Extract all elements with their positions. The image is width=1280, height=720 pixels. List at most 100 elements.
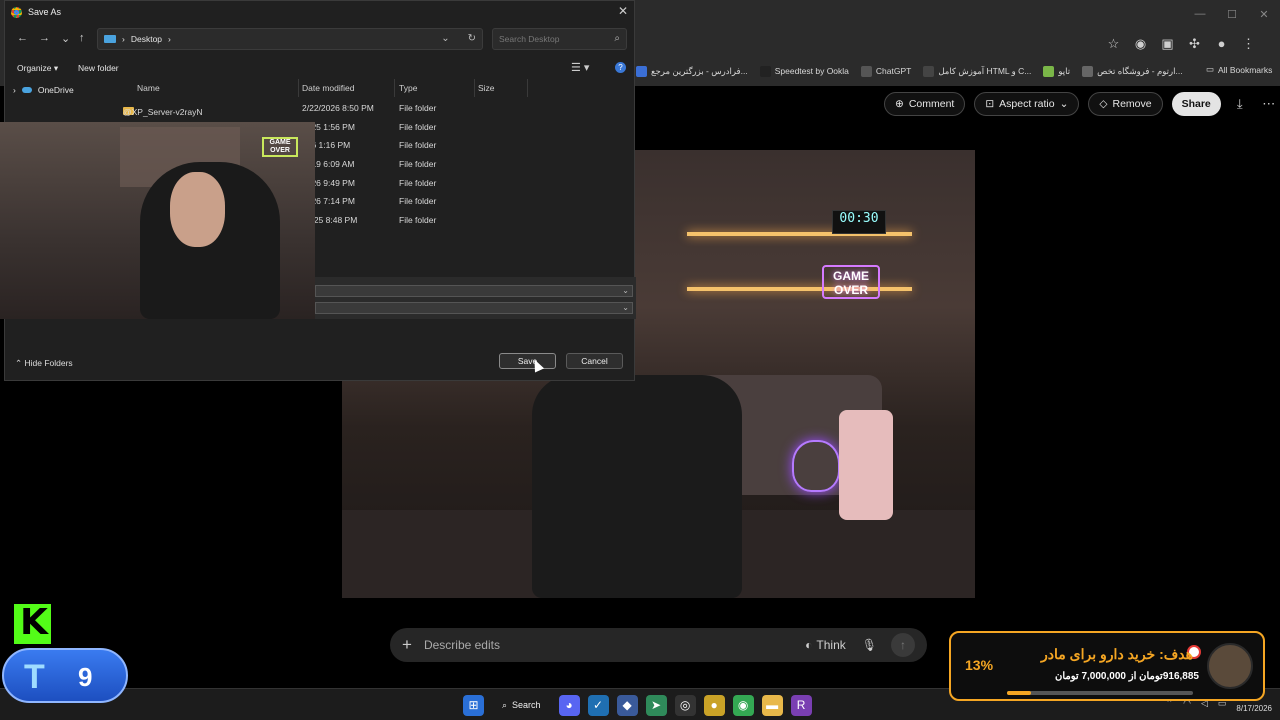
column-header-name[interactable]: Name (137, 83, 160, 93)
dialog-title: Save As (28, 7, 62, 17)
column-divider[interactable] (527, 79, 528, 97)
cat-avatar (1207, 643, 1253, 689)
browser-menu-icon[interactable]: ⋮ (1239, 34, 1258, 53)
image-clock: 00:30 (832, 210, 886, 234)
file-name-field[interactable]: ⌄ (315, 285, 633, 297)
comment-button[interactable]: ⊕ Comment (884, 92, 966, 116)
bookmark-item[interactable]: تاپو (1043, 65, 1070, 77)
chevron-right-icon: › (122, 34, 125, 44)
app-gold-icon[interactable]: ● (703, 694, 725, 716)
github-icon[interactable]: ◎ (674, 694, 696, 716)
refresh-icon[interactable]: ↻ (468, 33, 476, 44)
more-options-icon[interactable]: ⋯ (1259, 96, 1279, 112)
goal-progress-fill (1007, 691, 1032, 695)
image-edit-toolbar: ⊕ Comment ⊡ Aspect ratio ⌄ ◇ Remove Shar… (884, 92, 1279, 116)
favicon-icon (860, 65, 872, 77)
app-icon[interactable]: ◆ (616, 694, 638, 716)
remove-button[interactable]: ◇ Remove (1088, 92, 1163, 116)
bookmark-star-icon[interactable]: ☆ (1104, 34, 1123, 53)
file-explorer-icon[interactable]: ▬ (761, 694, 783, 716)
address-actions: ⌄ ↻ (441, 33, 476, 44)
sub-count: 9 (78, 662, 93, 692)
save-as-type-field[interactable]: ⌄ (315, 302, 633, 314)
rider-icon[interactable]: R (790, 694, 812, 716)
plus-icon[interactable]: + (402, 635, 412, 655)
chrome-icon[interactable]: ◉ (732, 694, 754, 716)
describe-edits-input[interactable]: Describe edits (424, 638, 805, 652)
bookmark-item[interactable]: فرادرس - بزرگترین مرجع... (636, 65, 748, 77)
up-arrow-icon[interactable]: ↑ (79, 32, 85, 44)
kick-logo: K (14, 602, 51, 644)
view-options-icon[interactable]: ☰ ▾ (571, 61, 589, 74)
browser-action-icons: ☆ ◉ ▣ ✣ ● ⋮ (1104, 34, 1258, 53)
image-neon-sign: GAME OVER (822, 265, 880, 299)
close-icon[interactable]: ✕ (618, 4, 628, 18)
minimize-icon[interactable]: — (1184, 0, 1216, 28)
download-icon[interactable]: ⤓ (1230, 96, 1250, 112)
image-chair (532, 375, 742, 598)
cancel-button[interactable]: Cancel (566, 353, 623, 369)
aspect-ratio-button[interactable]: ⊡ Aspect ratio ⌄ (974, 92, 1080, 116)
chevron-down-icon[interactable]: ⌄ (61, 32, 70, 45)
vpn-icon[interactable]: ✓ (587, 694, 609, 716)
column-divider[interactable] (394, 79, 395, 97)
extension-icon[interactable]: ◉ (1131, 34, 1150, 53)
all-bookmarks[interactable]: ▭ All Bookmarks (1206, 64, 1272, 75)
bookmark-item[interactable]: آموزش کامل HTML و C... (923, 65, 1031, 77)
webcam-face (170, 172, 225, 247)
column-header-type[interactable]: Type (399, 83, 417, 93)
new-folder-button[interactable]: New folder (78, 63, 119, 73)
window-controls: — ☐ ✕ (1184, 0, 1280, 28)
goal-progress-track (1007, 691, 1193, 695)
bookmarks-bar: فرادرس - بزرگترین مرجع... Speedtest by Oo… (636, 60, 1183, 82)
folder-icon: ▭ (1206, 64, 1215, 74)
subscriber-badge: T 9 (2, 648, 128, 703)
image-tumbler (839, 410, 893, 520)
send-icon[interactable]: ↑ (891, 633, 915, 657)
chrome-logo-icon (11, 6, 22, 18)
column-divider[interactable] (474, 79, 475, 97)
think-toggle[interactable]: ◐ Think (805, 638, 846, 652)
search-input[interactable]: Search Desktop ⌕ (492, 28, 627, 50)
goal-percent: 13% (965, 657, 994, 673)
donation-goal-widget: 13% هدف: خرید دارو برای مادر 916,885توما… (949, 631, 1265, 701)
organize-button[interactable]: Organize ▾ (17, 63, 58, 74)
address-path[interactable]: Desktop (131, 34, 162, 44)
chevron-down-icon[interactable]: ⌄ (441, 33, 449, 44)
bookmark-item[interactable]: ارتوم - فروشگاه تخص... (1082, 65, 1183, 77)
discord-icon[interactable]: ◕ (558, 694, 580, 716)
bookmark-item[interactable]: ChatGPT (860, 65, 911, 77)
comment-icon: ⊕ (895, 98, 904, 110)
start-icon[interactable]: ⊞ (463, 694, 484, 716)
puzzle-icon[interactable]: ✣ (1185, 34, 1204, 53)
favicon-icon (636, 65, 647, 77)
webcam-overlay: GAME OVER (0, 122, 315, 319)
bookmark-item[interactable]: Speedtest by Ookla (759, 65, 849, 77)
close-window-icon[interactable]: ✕ (1248, 0, 1280, 28)
search-icon: ⌕ (502, 699, 508, 710)
help-icon[interactable]: ? (615, 62, 626, 73)
file-row[interactable]: @XP_Server-v2rayN 2/22/2026 8:50 PM File f… (111, 99, 635, 118)
telegram-icon[interactable]: ➤ (645, 694, 667, 716)
column-header-size[interactable]: Size (478, 83, 495, 93)
nav-item-onedrive[interactable]: › OneDrive (13, 85, 74, 95)
forward-arrow-icon[interactable]: → (39, 32, 50, 44)
monitor-icon (104, 35, 116, 43)
screenshot-icon[interactable]: ▣ (1158, 34, 1177, 53)
microphone-icon[interactable]: 🎙︎ (862, 638, 877, 652)
back-arrow-icon[interactable]: ← (17, 32, 28, 44)
sub-letter: T (24, 658, 45, 696)
address-bar[interactable]: › Desktop › ⌄ ↻ (97, 28, 483, 50)
describe-edits-bar[interactable]: + Describe edits ◐ Think 🎙︎ ↑ (390, 628, 927, 662)
save-button[interactable]: Save (499, 353, 556, 369)
column-divider[interactable] (298, 79, 299, 97)
chevron-right-icon: › (13, 85, 16, 95)
file-type: File folder (399, 177, 437, 188)
hide-folders-toggle[interactable]: ⌃ Hide Folders (15, 358, 73, 369)
navigation-pane: › OneDrive (5, 81, 111, 121)
share-button[interactable]: Share (1171, 92, 1221, 116)
column-header-date[interactable]: Date modified (302, 83, 354, 93)
maximize-icon[interactable]: ☐ (1216, 0, 1248, 28)
profile-avatar[interactable]: ● (1212, 34, 1231, 53)
taskbar-search[interactable]: ⌕ Search (492, 694, 551, 716)
